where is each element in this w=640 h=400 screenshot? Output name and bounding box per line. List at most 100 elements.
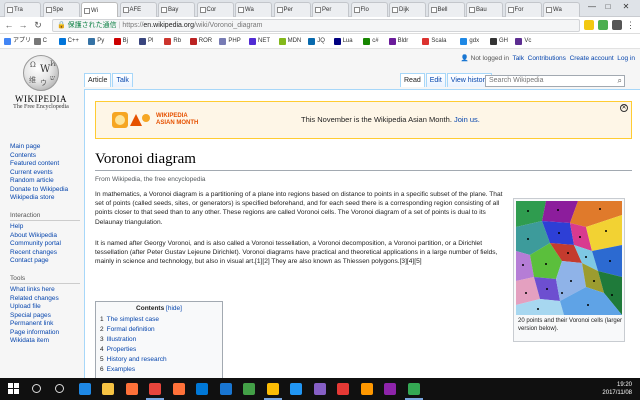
browser-tab[interactable]: Bau [466,2,503,17]
task-view-icon[interactable] [55,384,64,393]
browser-tab[interactable]: Flo [350,2,388,17]
banner-join-link[interactable]: Join us. [454,115,480,124]
browser-tab[interactable]: Per [312,2,349,17]
bookmark-item[interactable]: C++ [58,36,79,47]
edge-icon[interactable] [78,383,91,395]
search-icon[interactable]: ⌕ [618,76,622,86]
bookmark-item[interactable]: gdx [460,36,479,47]
sidebar-item-link[interactable]: Current events [10,169,88,178]
tab-article[interactable]: Article [84,73,112,87]
app-icon[interactable] [290,383,302,395]
browser-tab[interactable]: Tra [4,2,41,17]
sidebar-tool-link[interactable]: Permanent link [10,320,88,329]
chrome-icon[interactable] [407,383,420,395]
chrome-menu-icon[interactable]: ⋮ [626,20,635,30]
sidebar-heading-tools[interactable]: Tools [10,275,80,284]
sidebar-item-link[interactable]: Main page [10,143,88,152]
bookmark-item[interactable]: Pl [139,36,153,47]
sidebar-tool-link[interactable]: Page information [10,329,88,338]
browser-tab[interactable]: Wa [543,2,580,17]
bookmark-item[interactable]: MDN [278,36,301,47]
visual-studio-icon[interactable] [313,383,326,395]
sidebar-tool-link[interactable]: Special pages [10,312,88,321]
firefox-icon[interactable] [125,383,138,395]
browser-tab[interactable]: Spe [42,2,80,17]
sidebar-item-link[interactable]: Donate to Wikipedia [10,186,88,195]
browser-tab[interactable]: Dijk [389,2,426,17]
wikipedia-logo[interactable]: Ω W И 维 ウ ש WIKIPEDIA The Free Encyclope… [8,55,74,133]
create-account-link[interactable]: Create account [570,55,614,62]
close-window-icon[interactable]: ✕ [620,2,632,12]
app-icon[interactable] [360,383,373,395]
sidebar-interaction-link[interactable]: Community portal [10,240,88,249]
toc-link[interactable]: History and research [107,356,167,363]
chrome-icon[interactable] [266,383,279,395]
url-bar[interactable]: 🔒 保護された通信 | https://en.wikipedia.org/wik… [52,19,580,32]
tab-talk[interactable]: Talk [112,73,133,87]
browser-tab[interactable]: Bay [158,2,195,17]
browser-tab[interactable]: Wa [235,2,272,17]
app-icon[interactable] [337,383,349,395]
user-talk-link[interactable]: Talk [512,55,524,62]
bookmark-item[interactable]: c# [363,36,379,47]
reload-icon[interactable]: ↻ [33,20,43,30]
sidebar-interaction-link[interactable]: Recent changes [10,249,88,258]
bookmark-item[interactable]: Scala [422,36,446,47]
sidebar-tool-link[interactable]: Upload file [10,303,88,312]
sidebar-interaction-link[interactable]: Help [10,223,88,232]
bookmark-item[interactable]: ROR [189,36,212,47]
file-explorer-icon[interactable] [102,383,114,395]
toc-item[interactable]: 6 Examples [100,365,218,375]
sidebar-tool-link[interactable]: Related changes [10,295,88,304]
sidebar-item-link[interactable]: Contents [10,152,88,161]
app-icon[interactable] [243,383,255,395]
edge-icon[interactable] [196,383,208,395]
bookmark-item[interactable]: Rb [164,36,181,47]
app-icon[interactable] [219,383,232,395]
bookmark-item[interactable]: GH [490,36,508,47]
contributions-link[interactable]: Contributions [528,55,566,62]
search-icon[interactable] [31,384,41,393]
toc-item[interactable]: 2 Formal definition [100,325,218,335]
back-icon[interactable]: ← [4,20,14,30]
sidebar-item-link[interactable]: Wikipedia store [10,194,88,203]
sidebar-item-link[interactable]: Random article [10,177,88,186]
bookmark-item[interactable]: Py [88,36,104,47]
minimize-icon[interactable]: — [586,2,598,12]
browser-tab[interactable]: AFE [119,2,157,17]
tab-read[interactable]: Read [400,73,425,87]
tab-edit[interactable]: Edit [425,73,446,87]
bookmark-item[interactable]: C [33,36,47,47]
sidebar-tool-link[interactable]: Wikidata item [10,337,88,346]
voronoi-thumbnail[interactable]: 20 points and their Voronoi cells (large… [513,198,625,342]
browser-tab[interactable]: For [504,2,542,17]
system-clock[interactable]: 19:20 2017/11/08 [602,381,632,397]
app-icon[interactable] [384,383,396,395]
extension-icon[interactable] [612,20,622,30]
bookmark-item[interactable]: Vc [515,36,531,47]
star-bookmark-icon[interactable] [584,20,594,30]
browser-tab[interactable]: Wi [81,2,118,18]
browser-tab[interactable]: Bell [427,2,465,17]
bookmark-item[interactable]: アプリ [4,36,31,47]
voronoi-diagram-image[interactable] [516,201,622,315]
toc-hide-link[interactable]: [hide] [166,305,182,312]
toc-item[interactable]: 4 Properties [100,345,218,355]
sidebar-tool-link[interactable]: What links here [10,286,88,295]
search-input[interactable]: Search Wikipedia ⌕ [485,75,625,87]
toc-item[interactable]: 3 Illustration [100,335,218,345]
toc-link[interactable]: Examples [107,366,136,373]
bookmark-item[interactable]: Lua [333,36,353,47]
close-icon[interactable]: ✕ [620,104,628,112]
bookmark-item[interactable]: Bldr [388,36,408,47]
sidebar-interaction-link[interactable]: Contact page [10,257,88,266]
log-in-link[interactable]: Log in [617,55,635,62]
bookmark-item[interactable]: JQ [308,36,325,47]
bookmark-item[interactable]: NET [249,36,270,47]
toc-link[interactable]: Formal definition [107,326,155,333]
toc-link[interactable]: The simplest case [107,316,159,323]
toc-item[interactable]: 5 History and research [100,355,218,365]
chrome-icon[interactable] [149,383,161,395]
firefox-icon[interactable] [172,383,185,395]
browser-tab[interactable]: Per [273,2,311,17]
